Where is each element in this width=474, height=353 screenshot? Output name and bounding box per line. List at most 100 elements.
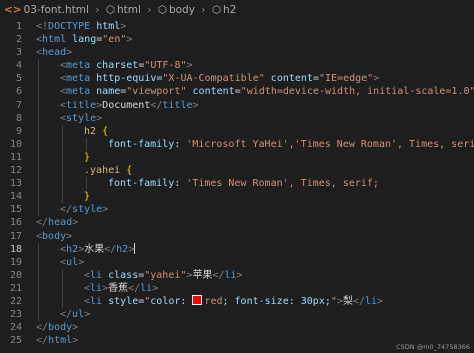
breadcrumb-h2[interactable]: h2 [223, 0, 236, 20]
line-number: 5 [15, 73, 22, 85]
line-number: 15 [9, 204, 22, 216]
line-number: 25 [9, 335, 22, 347]
code-text: </head> [36, 217, 79, 229]
line-number: 4 [15, 60, 22, 72]
code-text: <ul> [60, 256, 85, 268]
text-cursor [134, 242, 136, 254]
breadcrumb-body[interactable]: body [169, 0, 195, 20]
code-text: </html> [36, 335, 79, 347]
code-line[interactable]: 1 <!DOCTYPE html> [0, 20, 474, 33]
code-text: font-family: 'Microsoft YaHei','Times Ne… [108, 138, 474, 150]
code-text: font-family: 'Times New Roman', Times, s… [108, 178, 379, 190]
code-text: <head> [36, 47, 73, 59]
element-box-icon: ⬡ [211, 4, 221, 16]
indent-guide [62, 150, 63, 165]
code-line[interactable]: 9 h2 { [0, 124, 474, 138]
line-number: 23 [9, 309, 22, 321]
line-number: 11 [9, 151, 22, 163]
indent-guide [86, 177, 87, 191]
html-file-icon: <> [4, 4, 22, 16]
indent-guide [62, 124, 63, 138]
code-line[interactable]: 8 <style> [0, 111, 474, 125]
line-number: 3 [15, 47, 22, 59]
code-line[interactable]: 12 .yahei { [0, 164, 474, 178]
code-line[interactable]: 2 <html lang="en"> [0, 33, 474, 46]
indent-guide [38, 150, 39, 165]
code-text: <body> [36, 230, 73, 242]
code-text: <li class="yahei">苹果</li> [84, 269, 243, 281]
code-area[interactable]: 1 <!DOCTYPE html> 2 <html lang="en"> 3 <head>… [0, 20, 474, 347]
indent-guide [38, 59, 39, 73]
line-number: 24 [9, 322, 22, 334]
code-line[interactable]: 4 <meta charset="UTF-8"> [0, 59, 474, 73]
code-line[interactable]: 11} [0, 150, 474, 165]
code-text: <h2>水果</h2> [60, 242, 136, 255]
indent-guide [38, 164, 39, 178]
breadcrumb-html[interactable]: html [117, 0, 141, 20]
indent-guide [62, 294, 63, 309]
color-swatch[interactable] [192, 294, 203, 305]
code-text: <meta http-equiv="X-UA-Compatible" conte… [60, 73, 380, 85]
indent-guide [62, 164, 63, 178]
line-number: 6 [15, 86, 22, 98]
line-number: 8 [15, 112, 22, 124]
code-line[interactable]: 3 <head> [0, 46, 474, 59]
code-text: </body> [36, 322, 79, 334]
line-number: 18 [9, 243, 22, 255]
code-text: </style> [60, 204, 109, 216]
code-text: <style> [60, 112, 103, 124]
line-number: 10 [9, 138, 22, 150]
code-text: <meta name="viewport" content="width=dev… [60, 86, 474, 98]
code-text: } [84, 151, 91, 163]
code-line[interactable]: 6 <meta name="viewport" content="width=de… [0, 85, 474, 99]
indent-guide [38, 308, 39, 322]
breadcrumb-file[interactable]: 03-font.html [24, 0, 89, 20]
code-line[interactable]: 23 </ul> [0, 308, 474, 322]
code-text: </ul> [60, 309, 91, 321]
code-editor[interactable]: <> 03-font.html › ⬡ html › ⬡ body › ⬡ h2 1 <!… [0, 0, 474, 353]
code-line[interactable]: 19 <ul> [0, 255, 474, 269]
line-number: 16 [9, 217, 22, 229]
code-line[interactable]: 15 </style> [0, 203, 474, 217]
code-text: h2 { [84, 125, 109, 137]
indent-guide [62, 177, 63, 191]
indent-guide [62, 190, 63, 204]
code-text: <li>香蕉</li> [84, 282, 159, 294]
code-line[interactable]: 14} [0, 190, 474, 204]
indent-guide [62, 281, 63, 295]
code-line[interactable]: 16 </head> [0, 216, 474, 229]
code-line[interactable]: 18 <h2>水果</h2> [0, 242, 474, 256]
line-number: 1 [15, 21, 22, 32]
code-line[interactable]: 22 <li style="color: red; font-size: 30px… [0, 294, 474, 309]
code-text: } [84, 191, 91, 203]
line-number: 20 [9, 269, 22, 281]
code-line[interactable]: 10 font-family: 'Microsoft YaHei','Times … [0, 137, 474, 151]
chevron-right-icon: › [147, 4, 152, 16]
code-text: <title>Document</title> [60, 99, 199, 111]
element-box-icon: ⬡ [157, 4, 167, 16]
line-number: 19 [9, 256, 22, 268]
watermark: CSDN @m0_74758366 [396, 343, 470, 351]
code-line[interactable]: 13 font-family: 'Times New Roman', Times,… [0, 177, 474, 191]
code-line[interactable]: 5 <meta http-equiv="X-UA-Compatible" cont… [0, 72, 474, 86]
indent-guide [38, 190, 39, 204]
indent-guide [38, 268, 39, 282]
indent-guide [38, 137, 39, 151]
chevron-right-icon: › [95, 4, 100, 16]
indent-guide [38, 98, 39, 112]
code-line[interactable]: 7 <title>Document</title> [0, 98, 474, 112]
indent-guide [62, 137, 63, 151]
code-line[interactable]: 20 <li class="yahei">苹果</li> [0, 268, 474, 282]
indent-guide [38, 281, 39, 295]
line-number: 7 [15, 99, 22, 111]
code-line[interactable]: 17 <body> [0, 230, 474, 243]
chevron-right-icon: › [201, 4, 206, 16]
code-text: .yahei { [84, 165, 133, 177]
indent-guide [62, 268, 63, 282]
element-box-icon: ⬡ [105, 4, 115, 16]
code-line[interactable]: 21 <li>香蕉</li> [0, 281, 474, 295]
code-text: <html lang="en"> [36, 34, 133, 46]
code-line[interactable]: 24 </body> [0, 321, 474, 334]
line-number: 22 [9, 295, 22, 307]
breadcrumb: <> 03-font.html › ⬡ html › ⬡ body › ⬡ h2 [0, 0, 474, 20]
